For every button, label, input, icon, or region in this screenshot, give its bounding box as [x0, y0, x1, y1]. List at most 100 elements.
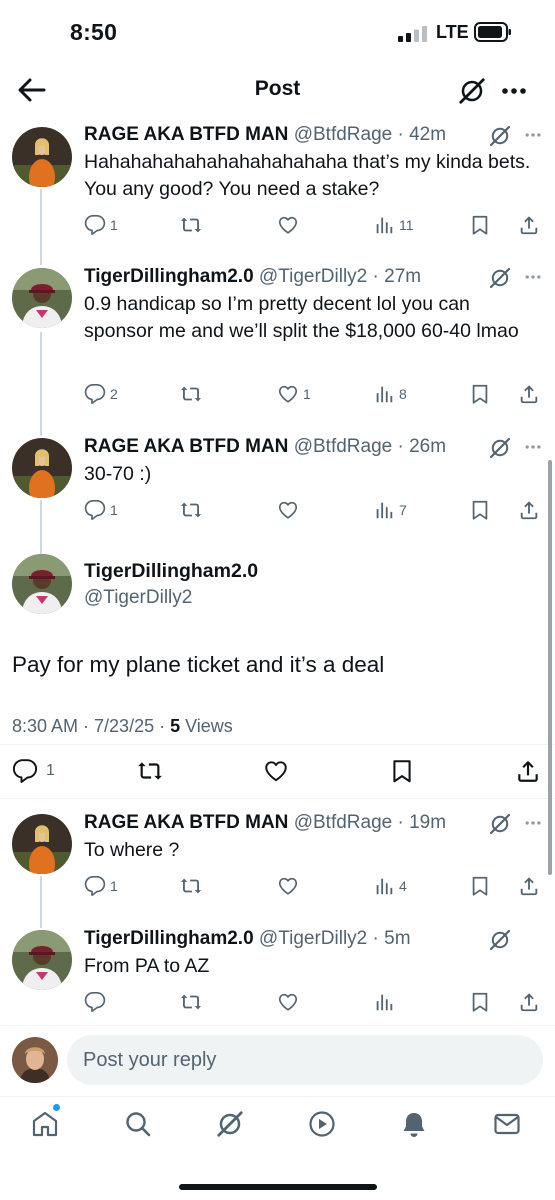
grok-icon[interactable] — [457, 76, 487, 106]
author-name[interactable]: TigerDillingham2.0 — [84, 266, 254, 287]
repost-button[interactable] — [180, 873, 206, 899]
bookmark-button[interactable] — [469, 212, 491, 238]
like-button[interactable] — [263, 757, 289, 785]
grok-icon[interactable] — [488, 436, 512, 460]
video-tab[interactable] — [307, 1109, 337, 1139]
home-indicator[interactable] — [179, 1184, 377, 1190]
share-button[interactable] — [518, 212, 540, 238]
divider — [0, 798, 555, 799]
like-button[interactable]: 1 — [277, 381, 311, 407]
reply-button[interactable]: 1 — [84, 873, 118, 899]
repost-icon — [180, 214, 202, 236]
more-icon[interactable] — [521, 267, 545, 287]
avatar-btfdrage[interactable] — [12, 127, 72, 187]
home-icon — [32, 1111, 58, 1137]
reply-icon — [84, 875, 106, 897]
repost-button[interactable] — [180, 989, 206, 1015]
avatar-tigerdilly[interactable] — [12, 268, 72, 328]
reply-button[interactable]: 2 — [84, 381, 118, 407]
bookmark-button[interactable] — [469, 873, 491, 899]
share-button[interactable] — [515, 757, 541, 785]
reply-button[interactable]: 1 — [12, 757, 55, 785]
like-button[interactable] — [277, 873, 303, 899]
top-header: Post — [0, 62, 555, 118]
repost-icon — [180, 875, 202, 897]
action-bar: 1 4 — [0, 873, 555, 899]
bookmark-icon — [469, 991, 491, 1013]
share-button[interactable] — [518, 873, 540, 899]
more-icon[interactable] — [521, 813, 545, 833]
more-icon[interactable] — [521, 437, 545, 457]
author-name[interactable]: RAGE AKA BTFD MAN — [84, 124, 288, 145]
like-button[interactable] — [277, 497, 303, 523]
grok-icon[interactable] — [488, 266, 512, 290]
home-tab[interactable] — [30, 1109, 60, 1139]
bookmark-button[interactable] — [469, 989, 491, 1015]
grok-icon[interactable] — [488, 928, 512, 952]
scrollbar[interactable] — [548, 460, 552, 875]
views-button[interactable]: 4 — [373, 873, 407, 899]
views-button[interactable]: 8 — [373, 381, 407, 407]
like-button[interactable] — [277, 989, 303, 1015]
author-meta: @BtfdRage · 19m — [293, 812, 447, 833]
bookmark-button[interactable] — [469, 381, 491, 407]
repost-icon — [180, 383, 202, 405]
repost-button[interactable] — [180, 212, 206, 238]
search-tab[interactable] — [123, 1109, 153, 1139]
avatar-tigerdilly[interactable] — [12, 554, 72, 614]
views-count[interactable]: 5 — [170, 716, 180, 736]
repost-button[interactable] — [180, 497, 206, 523]
views-button[interactable]: 7 — [373, 497, 407, 523]
views-button[interactable] — [373, 989, 399, 1015]
reply-icon — [84, 214, 106, 236]
messages-tab[interactable] — [492, 1109, 522, 1139]
post-text: Pay for my plane ticket and it’s a deal — [12, 652, 385, 677]
author-name[interactable]: TigerDillingham2.0 — [84, 560, 258, 583]
repost-icon — [137, 758, 163, 784]
grok-icon[interactable] — [488, 812, 512, 836]
bookmark-icon — [469, 499, 491, 521]
grok-icon — [215, 1109, 245, 1139]
bookmark-button[interactable] — [389, 757, 415, 785]
avatar-btfdrage[interactable] — [12, 438, 72, 498]
grok-icon[interactable] — [488, 124, 512, 148]
notifications-tab[interactable] — [399, 1109, 429, 1139]
bookmark-button[interactable] — [469, 497, 491, 523]
reply-count: 1 — [110, 502, 118, 518]
reply-button[interactable]: 1 — [84, 212, 118, 238]
reply-input[interactable] — [67, 1035, 543, 1085]
author-handle[interactable]: @TigerDilly2 — [84, 587, 192, 609]
avatar-tigerdilly[interactable] — [12, 930, 72, 990]
like-button[interactable] — [277, 212, 303, 238]
more-icon[interactable] — [498, 76, 530, 106]
share-icon — [518, 383, 540, 405]
author-name[interactable]: RAGE AKA BTFD MAN — [84, 436, 288, 457]
video-icon — [309, 1111, 335, 1137]
share-button[interactable] — [518, 497, 540, 523]
grok-tab[interactable] — [215, 1109, 245, 1139]
author-name[interactable]: RAGE AKA BTFD MAN — [84, 812, 288, 833]
reply-button[interactable] — [84, 989, 110, 1015]
bookmark-icon — [389, 758, 415, 784]
reply-count: 2 — [110, 386, 118, 402]
views-button[interactable]: 11 — [373, 212, 414, 238]
author-meta: @BtfdRage · 42m — [293, 124, 447, 145]
author-name[interactable]: TigerDillingham2.0 — [84, 928, 254, 949]
share-icon — [518, 214, 540, 236]
back-arrow-icon[interactable] — [14, 74, 48, 106]
share-button[interactable] — [518, 381, 540, 407]
views-count: 11 — [399, 217, 414, 233]
reply-button[interactable]: 1 — [84, 497, 118, 523]
views-icon — [373, 991, 395, 1013]
avatar-btfdrage[interactable] — [12, 814, 72, 874]
reply-count: 1 — [46, 762, 55, 779]
more-icon[interactable] — [521, 125, 545, 145]
current-user-avatar[interactable] — [12, 1037, 58, 1083]
share-icon — [518, 499, 540, 521]
author-meta: @TigerDilly2 · 27m — [258, 266, 422, 287]
views-count: 7 — [399, 502, 407, 518]
repost-button[interactable] — [137, 757, 163, 785]
status-bar: 8:50 LTE — [0, 0, 555, 62]
repost-button[interactable] — [180, 381, 206, 407]
share-button[interactable] — [518, 989, 540, 1015]
